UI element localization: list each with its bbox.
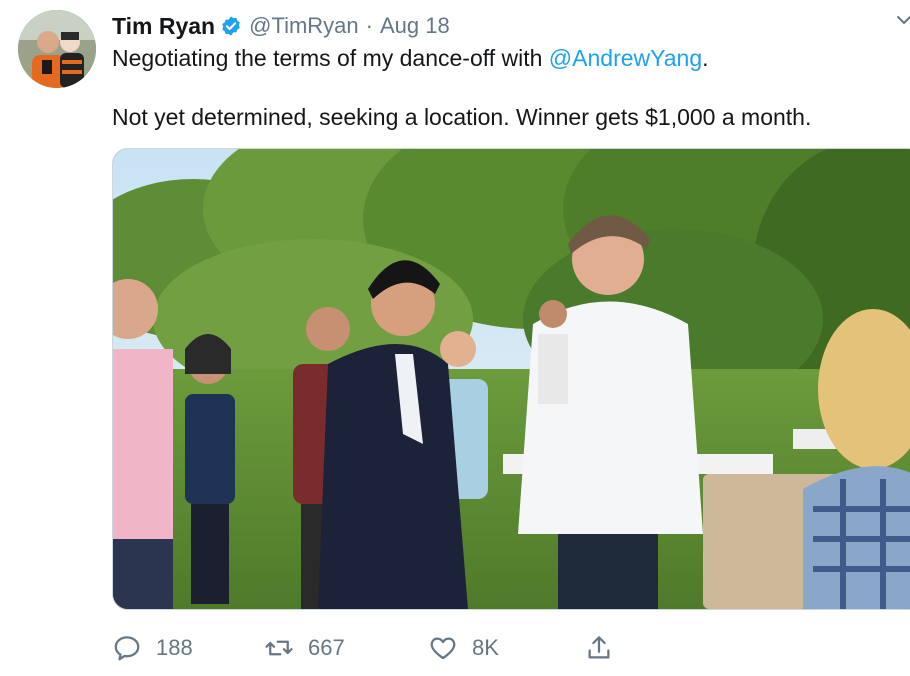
retweet-button[interactable]: 667 bbox=[264, 628, 345, 668]
tweet-text-end: . bbox=[702, 45, 709, 71]
heart-icon bbox=[430, 637, 456, 660]
verified-badge-icon bbox=[220, 15, 242, 37]
photo-image bbox=[113, 149, 910, 609]
author-handle[interactable]: @TimRyan bbox=[249, 13, 359, 39]
tweet-text: Negotiating the terms of my dance-off wi… bbox=[112, 45, 549, 71]
chevron-down-icon[interactable] bbox=[896, 10, 910, 30]
avatar[interactable] bbox=[18, 10, 96, 88]
tweet-text-line1: Negotiating the terms of my dance-off wi… bbox=[112, 43, 709, 73]
avatar-image bbox=[18, 10, 96, 88]
reply-button[interactable]: 188 bbox=[112, 628, 193, 668]
separator-dot: · bbox=[365, 13, 373, 38]
share-button[interactable] bbox=[584, 628, 628, 668]
retweet-count: 667 bbox=[308, 635, 345, 660]
like-count: 8K bbox=[472, 635, 499, 660]
tweet-text-line2: Not yet determined, seeking a location. … bbox=[112, 104, 812, 130]
retweet-icon bbox=[265, 640, 293, 656]
share-icon bbox=[588, 636, 610, 659]
like-button[interactable]: 8K bbox=[428, 628, 499, 668]
tweet-header: Tim Ryan @TimRyan · Aug 18 bbox=[112, 10, 450, 42]
mention-link[interactable]: @AndrewYang bbox=[549, 45, 702, 71]
tweet-photo[interactable] bbox=[112, 148, 910, 610]
tweet-actions: 188 667 8K bbox=[112, 628, 632, 668]
tweet-date[interactable]: Aug 18 bbox=[380, 13, 450, 39]
author-name[interactable]: Tim Ryan bbox=[112, 13, 215, 40]
reply-count: 188 bbox=[156, 635, 193, 660]
reply-icon bbox=[114, 636, 140, 661]
